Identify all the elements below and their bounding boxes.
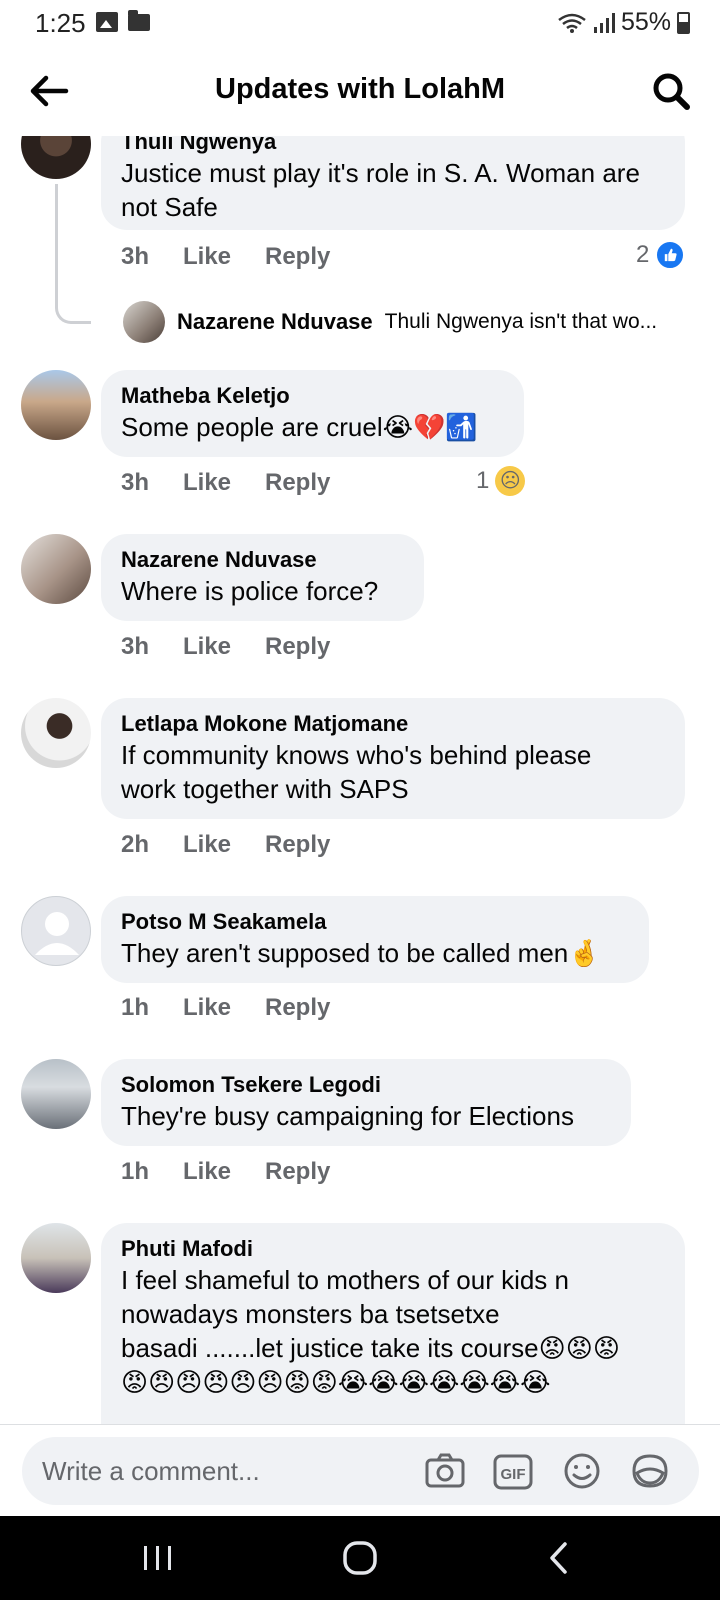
- comment-text: If community knows who's behind please: [121, 740, 592, 770]
- avatar[interactable]: [123, 301, 165, 343]
- reply-button[interactable]: Reply: [265, 633, 330, 661]
- sticker-icon[interactable]: [629, 1451, 671, 1491]
- reply-button[interactable]: Reply: [265, 831, 330, 859]
- recent-apps-icon[interactable]: [138, 1538, 178, 1578]
- reply-button[interactable]: Reply: [265, 1158, 330, 1186]
- comment-actions: 2h Like Reply: [121, 831, 330, 859]
- comment-bubble[interactable]: Matheba Keletjo Some people are cruel😭💔🚮: [101, 370, 524, 457]
- avatar[interactable]: [21, 534, 91, 604]
- default-avatar-icon: [35, 912, 79, 955]
- reaction-summary[interactable]: 2: [636, 240, 686, 270]
- svg-text:GIF: GIF: [501, 1466, 526, 1483]
- comment-text: Some people are cruel😭💔🚮: [121, 412, 478, 442]
- comment-time: 2h: [121, 831, 150, 858]
- comment-feed[interactable]: Thuli Ngwenya Justice must play it's rol…: [0, 136, 720, 1424]
- comment-composer: Write a comment... GIF: [0, 1424, 720, 1516]
- like-button[interactable]: Like: [183, 243, 265, 271]
- reply-preview[interactable]: Nazarene Nduvase Thuli Ngwenya isn't tha…: [123, 301, 657, 343]
- reply-text: Thuli Ngwenya isn't that wo...: [384, 310, 658, 333]
- page-title: Updates with LolahM: [215, 73, 505, 105]
- comment-input[interactable]: Write a comment... GIF: [22, 1437, 699, 1505]
- comment-text: They're busy campaigning for Elections: [121, 1101, 574, 1131]
- thread-connector: [55, 184, 91, 324]
- avatar[interactable]: [21, 1223, 91, 1293]
- comment-bubble[interactable]: Solomon Tsekere Legodi They're busy camp…: [101, 1059, 631, 1146]
- avatar[interactable]: [21, 698, 91, 768]
- status-bar: 1:25 55%: [0, 0, 720, 46]
- back-nav-icon[interactable]: [540, 1538, 580, 1578]
- wifi-icon: [558, 13, 586, 33]
- comment-bubble[interactable]: Thuli Ngwenya Justice must play it's rol…: [101, 136, 685, 230]
- comment-text: Where is police force?: [121, 576, 379, 606]
- comment-author[interactable]: Matheba Keletjo: [121, 382, 504, 410]
- comment-text: Justice must play it's role in S. A. Wom…: [121, 158, 640, 188]
- comment-author[interactable]: Nazarene Nduvase: [121, 546, 404, 574]
- home-icon[interactable]: [340, 1538, 380, 1578]
- avatar[interactable]: [21, 1059, 91, 1129]
- comment-author[interactable]: Solomon Tsekere Legodi: [121, 1071, 611, 1099]
- camera-icon[interactable]: [424, 1451, 466, 1491]
- gallery-notification-icon: [96, 12, 118, 32]
- battery-icon: [677, 11, 690, 34]
- gif-icon[interactable]: GIF: [492, 1451, 534, 1491]
- like-button[interactable]: Like: [183, 994, 265, 1022]
- reply-author[interactable]: Nazarene Nduvase: [177, 309, 373, 335]
- reply-button[interactable]: Reply: [265, 994, 330, 1022]
- comment-text: work together with SAPS: [121, 774, 409, 804]
- comment-text: I feel shameful to mothers of our kids n: [121, 1265, 569, 1295]
- comment-author[interactable]: Phuti Mafodi: [121, 1235, 665, 1263]
- status-time: 1:25: [35, 8, 86, 38]
- sad-face-icon: ☹: [495, 466, 526, 496]
- comment-time: 3h: [121, 633, 150, 660]
- comment-bubble[interactable]: Potso M Seakamela They aren't supposed t…: [101, 896, 649, 983]
- page-header: Updates with LolahM: [0, 46, 720, 136]
- reply-button[interactable]: Reply: [265, 243, 330, 271]
- signal-icon: [593, 12, 615, 33]
- reaction-count: 2: [636, 241, 650, 268]
- like-button[interactable]: Like: [183, 633, 265, 661]
- comment-actions: 1h Like Reply: [121, 994, 330, 1022]
- system-nav-bar: [0, 1516, 720, 1600]
- battery-percent: 55%: [620, 8, 671, 36]
- comment-bubble[interactable]: Nazarene Nduvase Where is police force?: [101, 534, 424, 621]
- comment-bubble[interactable]: Phuti Mafodi I feel shameful to mothers …: [101, 1223, 685, 1424]
- reaction-count: 1: [476, 467, 490, 494]
- comment-time: 1h: [121, 994, 150, 1021]
- status-right: 55%: [557, 8, 690, 37]
- comment-actions: 3h Like Reply: [121, 243, 330, 271]
- comment-text: basadi .......let justice take its cours…: [121, 1333, 620, 1363]
- search-icon[interactable]: [648, 68, 694, 114]
- avatar[interactable]: [21, 136, 91, 179]
- reaction-summary[interactable]: 1 ☹: [476, 466, 526, 496]
- emoji-icon[interactable]: [561, 1451, 603, 1491]
- comment-text: nowadays monsters ba tsetsetxe: [121, 1299, 500, 1329]
- comment-text: 😡😠😠😠😠😠😡😡😭😭😭😭😭😭😭: [121, 1367, 551, 1397]
- comment-author[interactable]: Potso M Seakamela: [121, 908, 629, 936]
- folder-notification-icon: [128, 10, 150, 31]
- thumbs-up-icon: [655, 240, 686, 270]
- comment-text: not Safe: [121, 192, 218, 222]
- comment-time: 3h: [121, 469, 150, 496]
- avatar[interactable]: [21, 370, 91, 440]
- like-button[interactable]: Like: [183, 1158, 265, 1186]
- like-button[interactable]: Like: [183, 469, 265, 497]
- comment-actions: 3h Like Reply: [121, 633, 330, 661]
- like-button[interactable]: Like: [183, 831, 265, 859]
- comment-input-placeholder: Write a comment...: [42, 1456, 260, 1486]
- comment-bubble[interactable]: Letlapa Mokone Matjomane If community kn…: [101, 698, 685, 819]
- comment-author[interactable]: Thuli Ngwenya: [121, 136, 665, 156]
- comment-actions: 1h Like Reply: [121, 1158, 330, 1186]
- comment-time: 1h: [121, 1158, 150, 1185]
- avatar[interactable]: [21, 896, 91, 966]
- comment-time: 3h: [121, 243, 150, 270]
- comment-actions: 3h Like Reply: [121, 469, 330, 497]
- comment-text: They aren't supposed to be called men🤞: [121, 938, 601, 968]
- comment-author[interactable]: Letlapa Mokone Matjomane: [121, 710, 665, 738]
- reply-button[interactable]: Reply: [265, 469, 330, 497]
